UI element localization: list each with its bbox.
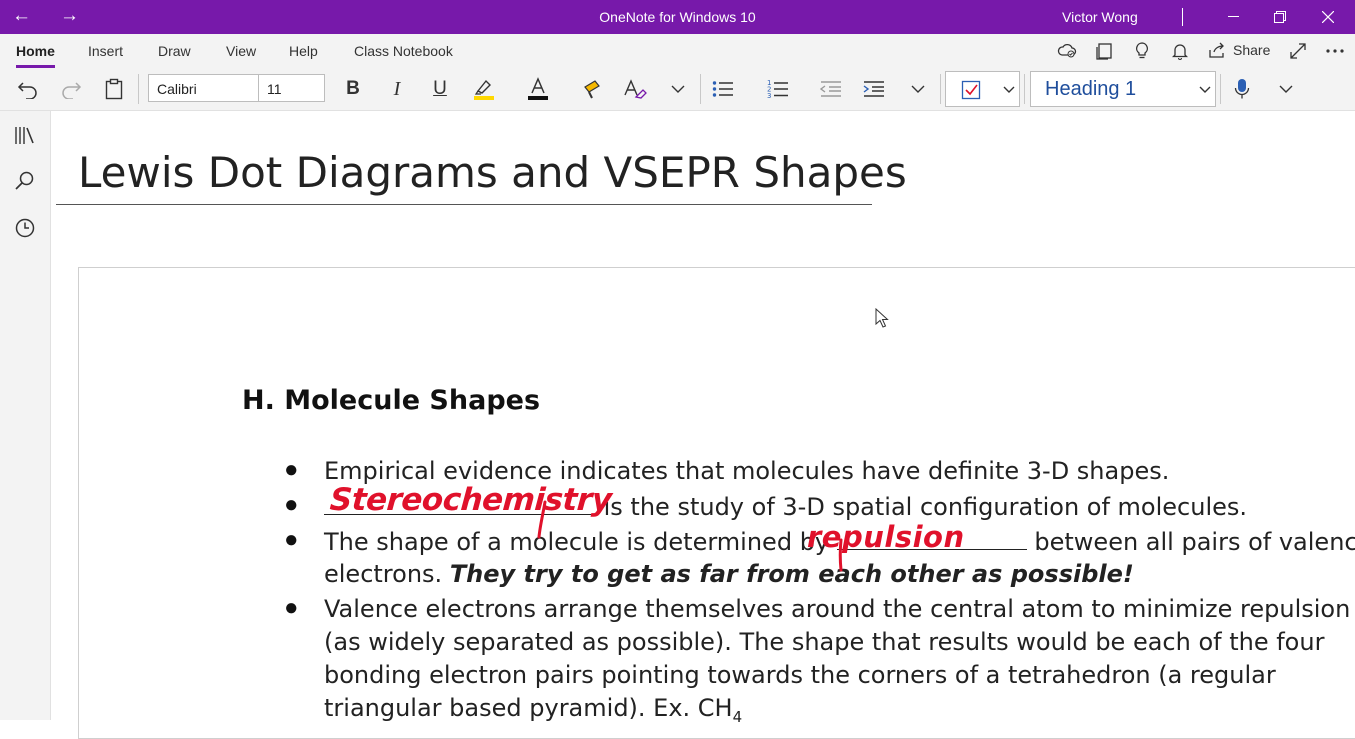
fullscreen-icon[interactable]: [1287, 42, 1309, 60]
ink-annotation-repulsion[interactable]: repulsion: [807, 520, 965, 554]
title-bar: ← → OneNote for Windows 10 Victor Wong: [0, 0, 1355, 34]
tag-selector[interactable]: [945, 71, 1020, 107]
format-painter-icon[interactable]: [580, 77, 606, 101]
bullet-3-line-2: electrons. They try to get as far from e…: [324, 560, 1134, 588]
highlighter-icon: [474, 79, 494, 100]
todo-tag-icon: [961, 80, 981, 100]
bullet-4-line-2: (as widely separated as possible). The s…: [324, 628, 1325, 656]
more-options-icon[interactable]: [1324, 42, 1346, 60]
dictate-options-dropdown-icon[interactable]: [1274, 77, 1298, 101]
decrease-indent-icon[interactable]: [818, 77, 844, 101]
font-size-field[interactable]: 11: [258, 74, 325, 102]
recent-notes-clock-icon[interactable]: [14, 217, 36, 239]
close-button[interactable]: [1305, 0, 1351, 34]
restore-icon: [1274, 11, 1286, 23]
ink-stroke: [838, 538, 843, 572]
tab-home[interactable]: Home: [16, 43, 55, 68]
bullet-4-line-4-text: triangular based pyramid). Ex. CH: [324, 694, 733, 722]
bullet-3-start-text: The shape of a molecule is determined by: [324, 528, 837, 556]
window-title: OneNote for Windows 10: [599, 9, 756, 25]
font-color-button[interactable]: [525, 77, 551, 101]
font-options-dropdown-icon[interactable]: [666, 77, 690, 101]
italic-button[interactable]: I: [384, 77, 410, 101]
minimize-button[interactable]: [1210, 0, 1256, 34]
sync-status-icon[interactable]: [1056, 42, 1078, 60]
tab-class-notebook[interactable]: Class Notebook: [354, 43, 453, 59]
dictate-microphone-icon[interactable]: [1230, 77, 1254, 101]
bullet-dot: ●: [284, 491, 299, 518]
bullet-dot: ●: [284, 456, 299, 483]
title-underline: [56, 204, 872, 205]
chevron-down-icon: [1003, 86, 1015, 93]
bullet-3-line-2-text: electrons.: [324, 560, 450, 588]
minimize-icon: [1227, 16, 1239, 17]
bullet-4-line-3: bonding electron pairs pointing towards …: [324, 661, 1276, 689]
bullet-dot: ●: [284, 594, 299, 621]
tab-help[interactable]: Help: [289, 43, 318, 59]
toolbar-divider: [1220, 74, 1221, 104]
bullet-4-line-1: Valence electrons arrange themselves aro…: [324, 595, 1351, 623]
search-icon[interactable]: [14, 170, 36, 192]
redo-icon[interactable]: [58, 77, 84, 101]
undo-icon[interactable]: [15, 77, 41, 101]
tab-view[interactable]: View: [226, 43, 256, 59]
lightbulb-icon[interactable]: [1131, 42, 1153, 60]
toolbar-divider: [700, 74, 701, 104]
close-icon: [1322, 11, 1334, 23]
increase-indent-icon[interactable]: [861, 77, 887, 101]
bullet-dot: ●: [284, 526, 299, 553]
toolbar-divider: [1024, 74, 1025, 104]
toolbar-divider: [138, 74, 139, 104]
tab-draw[interactable]: Draw: [158, 43, 191, 59]
notebooks-icon[interactable]: [14, 124, 36, 146]
page-view-icon[interactable]: [1094, 42, 1116, 60]
numbered-list-icon[interactable]: 123: [765, 77, 791, 101]
page-title[interactable]: Lewis Dot Diagrams and VSEPR Shapes: [78, 148, 907, 197]
underline-button[interactable]: U: [427, 77, 453, 101]
ink-stroke: [537, 500, 547, 539]
share-label: Share: [1233, 42, 1271, 58]
chevron-down-icon: [1199, 86, 1211, 93]
style-selector-value: Heading 1: [1045, 78, 1137, 100]
bold-button[interactable]: B: [340, 77, 366, 101]
toolbar-divider: [940, 74, 941, 104]
bullet-3-end-text: between all pairs of valence: [1026, 528, 1355, 556]
mouse-pointer-icon: [875, 308, 889, 328]
bell-icon[interactable]: [1169, 42, 1191, 60]
font-name-field[interactable]: Calibri: [148, 74, 259, 102]
ink-annotation-stereochemistry[interactable]: Stereochemistry: [329, 482, 613, 518]
user-name[interactable]: Victor Wong: [1062, 9, 1138, 25]
share-icon: [1209, 42, 1224, 58]
tab-insert[interactable]: Insert: [88, 43, 123, 59]
share-button[interactable]: Share: [1209, 42, 1270, 58]
clear-formatting-icon[interactable]: [622, 77, 648, 101]
bullet-2-text: is the study of 3-D spatial configuratio…: [596, 493, 1248, 521]
section-heading: H. Molecule Shapes: [242, 385, 541, 416]
highlight-button[interactable]: [471, 77, 497, 101]
bullet-1-text: Empirical evidence indicates that molecu…: [324, 457, 1170, 485]
bullet-3-emphasis-text: They try to get as far from each other a…: [449, 560, 1134, 588]
font-color-icon: [528, 77, 548, 100]
svg-text:3: 3: [767, 92, 771, 99]
bullet-4-line-4: triangular based pyramid). Ex. CH4: [324, 694, 742, 726]
home-toolbar: Calibri 11 B I U 123 Heading 1: [0, 68, 1355, 111]
paragraph-options-dropdown-icon[interactable]: [906, 77, 930, 101]
clipboard-icon[interactable]: [102, 77, 126, 101]
bulleted-list-icon[interactable]: [710, 77, 736, 101]
navigation-rail: [0, 111, 51, 720]
style-selector[interactable]: Heading 1: [1030, 71, 1216, 107]
ch4-subscript: 4: [732, 707, 743, 726]
restore-button[interactable]: [1257, 0, 1303, 34]
ribbon-tabs: Home Insert Draw View Help Class Noteboo…: [0, 34, 1355, 68]
title-divider: [1182, 8, 1183, 26]
